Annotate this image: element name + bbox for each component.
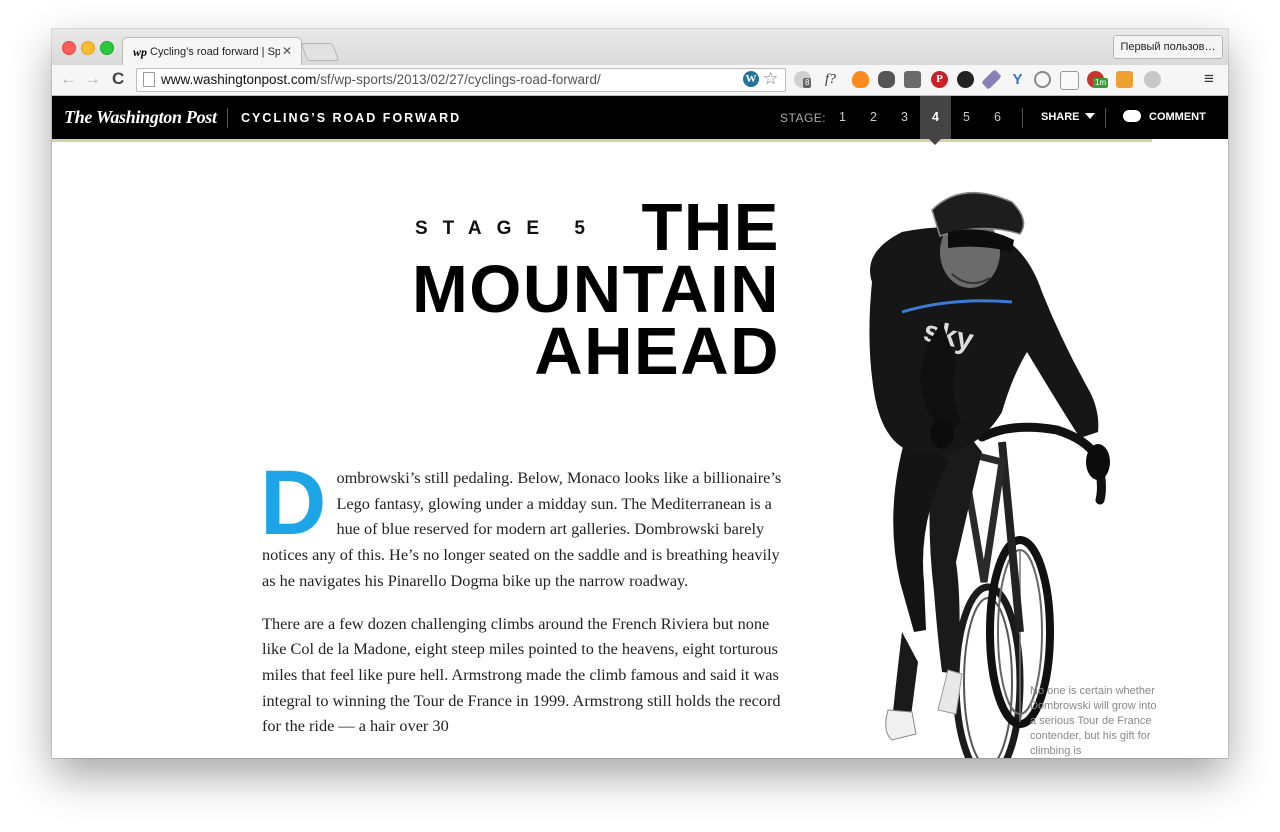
stage-link-2[interactable]: 2 (858, 96, 889, 139)
camera-extension-icon[interactable] (957, 71, 974, 88)
tab-strip: wp Cycling’s road forward | Sp ✕ Первый … (52, 29, 1228, 66)
timer-extension-icon[interactable]: 1m (1087, 71, 1109, 88)
minimize-window-button[interactable] (81, 41, 95, 55)
evernote-icon[interactable] (878, 71, 895, 88)
cyclist-photo: sky (869, 191, 1110, 758)
url-host: www.washingtonpost.com (161, 72, 317, 87)
stage-link-6[interactable]: 6 (982, 96, 1013, 139)
stage-link-1[interactable]: 1 (827, 96, 858, 139)
browser-window: wp Cycling’s road forward | Sp ✕ Первый … (52, 29, 1228, 758)
browser-tab-active[interactable]: wp Cycling’s road forward | Sp ✕ (122, 37, 302, 66)
address-bar[interactable]: www.washingtonpost.com/sf/wp-sports/2013… (136, 68, 786, 92)
paragraph-1-text: ombrowski’s still pedaling. Below, Monac… (262, 468, 782, 590)
fire-extension-icon[interactable] (852, 71, 869, 88)
browser-menu-icon[interactable]: ≡ (1204, 69, 1214, 89)
zoom-window-button[interactable] (100, 41, 114, 55)
comment-bubble-icon[interactable] (1123, 110, 1141, 122)
page-icon (143, 72, 155, 87)
close-window-button[interactable] (62, 41, 76, 55)
series-title[interactable]: CYCLING’S ROAD FORWARD (241, 111, 461, 125)
new-tab-button[interactable] (300, 43, 340, 61)
tab-close-icon[interactable]: ✕ (282, 44, 292, 58)
pinterest-icon[interactable]: P (931, 71, 948, 88)
article-body: Dombrowski’s still pedaling. Below, Mona… (260, 452, 788, 756)
stage-link-5[interactable]: 5 (951, 96, 982, 139)
share-caret-icon (1084, 113, 1095, 119)
stage-label: STAGE: (780, 111, 827, 125)
yandex-icon[interactable]: Y (1009, 71, 1026, 88)
headline-line-3: AHEAD (534, 314, 780, 389)
active-stage-pointer (929, 139, 941, 145)
timer-badge: 1m (1093, 78, 1109, 88)
photo-caption: No one is certain whether Dombrowski wil… (1030, 685, 1157, 757)
comment-underline (1152, 139, 1228, 142)
adblock-extension-icon[interactable]: 8 (794, 71, 812, 88)
headline-line-2: MOUNTAIN (411, 252, 780, 327)
eyedropper-icon[interactable] (981, 69, 1002, 90)
header-rule (52, 139, 1228, 142)
adblock-badge: 8 (803, 78, 812, 88)
washington-post-logo[interactable]: The Washington Post (64, 107, 217, 128)
header-divider (227, 108, 228, 128)
fontface-extension-icon[interactable]: f? (822, 71, 839, 88)
article-headline: THE MOUNTAIN AHEAD (411, 190, 780, 389)
share-label: SHARE (1041, 111, 1080, 123)
paragraph-1: Dombrowski’s still pedaling. Below, Mona… (260, 452, 788, 594)
url-text: www.washingtonpost.com/sf/wp-sports/2013… (161, 72, 601, 87)
comment-button[interactable]: COMMENT (1149, 111, 1206, 123)
site-header: The Washington Post CYCLING’S ROAD FORWA… (52, 96, 1228, 139)
stage-link-4[interactable]: 4 (920, 96, 951, 139)
wordpress-icon[interactable]: W (743, 71, 759, 87)
header-divider (1022, 108, 1023, 128)
url-path: /sf/wp-sports/2013/02/27/cyclings-road-f… (316, 72, 601, 87)
bookmark-star-icon[interactable]: ☆ (763, 69, 778, 89)
paw-extension-icon[interactable] (1144, 71, 1161, 88)
browser-toolbar: ← → C www.washingtonpost.com/sf/wp-sport… (52, 65, 1228, 96)
refresh-extension-icon[interactable] (1034, 71, 1051, 88)
reader-icon[interactable] (1060, 71, 1079, 90)
forward-arrow-icon[interactable]: → (84, 69, 101, 89)
profile-button[interactable]: Первый пользов… (1113, 35, 1223, 59)
drop-cap: D (260, 452, 327, 554)
headline-line-1: THE (641, 190, 780, 265)
pocket-icon[interactable] (904, 71, 921, 88)
wp-favicon-icon: wp (133, 45, 148, 59)
reload-icon[interactable]: C (112, 69, 124, 89)
header-divider (1105, 108, 1106, 128)
tab-title: Cycling’s road forward | Sp (150, 46, 280, 58)
share-button[interactable]: SHARE (1041, 111, 1095, 123)
paragraph-2: There are a few dozen challenging climbs… (262, 613, 781, 736)
analytics-icon[interactable] (1116, 71, 1133, 88)
back-arrow-icon[interactable]: ← (60, 69, 77, 89)
stage-link-3[interactable]: 3 (889, 96, 920, 139)
